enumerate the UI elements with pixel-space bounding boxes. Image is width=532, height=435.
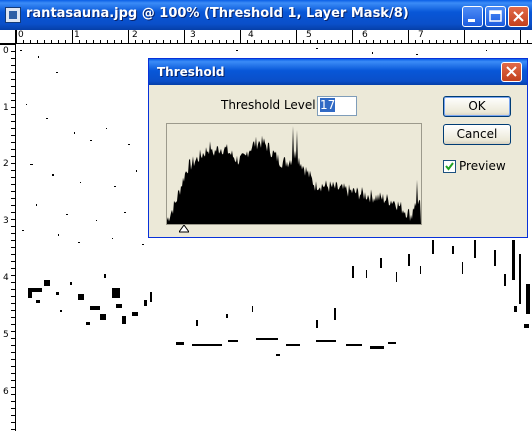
threshold-dialog: Threshold Threshold Level: 17 OK Cancel …	[148, 58, 528, 238]
minimize-button[interactable]	[462, 6, 483, 27]
close-icon	[513, 11, 524, 22]
horizontal-ruler[interactable]: 0 1 2 3 4 5 6 7	[16, 30, 532, 44]
maximize-icon	[489, 10, 502, 22]
threshold-level-value: 17	[320, 98, 336, 112]
histogram-graph	[167, 126, 421, 224]
ruler-label: 7	[418, 30, 424, 40]
ruler-label: 2	[3, 159, 9, 169]
ok-button[interactable]: OK	[443, 96, 511, 117]
dialog-title: Threshold	[157, 65, 225, 79]
ruler-label: 0	[18, 30, 24, 40]
ruler-label: 3	[3, 216, 9, 226]
ruler-corner[interactable]	[0, 30, 16, 44]
ruler-label: 3	[190, 30, 196, 40]
title-bar[interactable]: rantasauna.jpg @ 100% (Threshold 1, Laye…	[0, 0, 532, 30]
cancel-button[interactable]: Cancel	[443, 124, 511, 145]
close-button[interactable]	[508, 6, 529, 27]
ruler-label: 6	[3, 387, 9, 397]
threshold-level-input[interactable]: 17	[317, 96, 357, 116]
preview-label: Preview	[459, 159, 506, 173]
ruler-label: 5	[3, 330, 9, 340]
ruler-label: 1	[3, 103, 9, 113]
ruler-label: 4	[3, 273, 9, 283]
checkmark-icon	[445, 162, 454, 171]
window-title: rantasauna.jpg @ 100% (Threshold 1, Laye…	[26, 6, 409, 21]
close-icon	[506, 66, 517, 77]
dialog-title-bar[interactable]: Threshold	[149, 59, 527, 85]
ruler-ticks	[16, 30, 528, 44]
ruler-label: 0	[3, 46, 9, 56]
histogram	[166, 123, 422, 225]
ruler-label: 1	[74, 30, 80, 40]
preview-checkbox[interactable]	[443, 160, 456, 173]
dialog-close-button[interactable]	[501, 62, 522, 82]
photoshop-doc-icon[interactable]	[5, 7, 21, 23]
ruler-label: 6	[362, 30, 368, 40]
threshold-slider-triangle[interactable]	[179, 225, 189, 233]
maximize-button[interactable]	[485, 6, 506, 27]
ruler-label: 5	[306, 30, 312, 40]
ruler-label: 4	[248, 30, 254, 40]
ruler-label: 2	[132, 30, 138, 40]
threshold-level-label: Threshold Level:	[221, 98, 320, 112]
vertical-ruler[interactable]: 0 1 2 3 4 5 6	[0, 44, 16, 431]
minimize-icon	[468, 19, 475, 22]
